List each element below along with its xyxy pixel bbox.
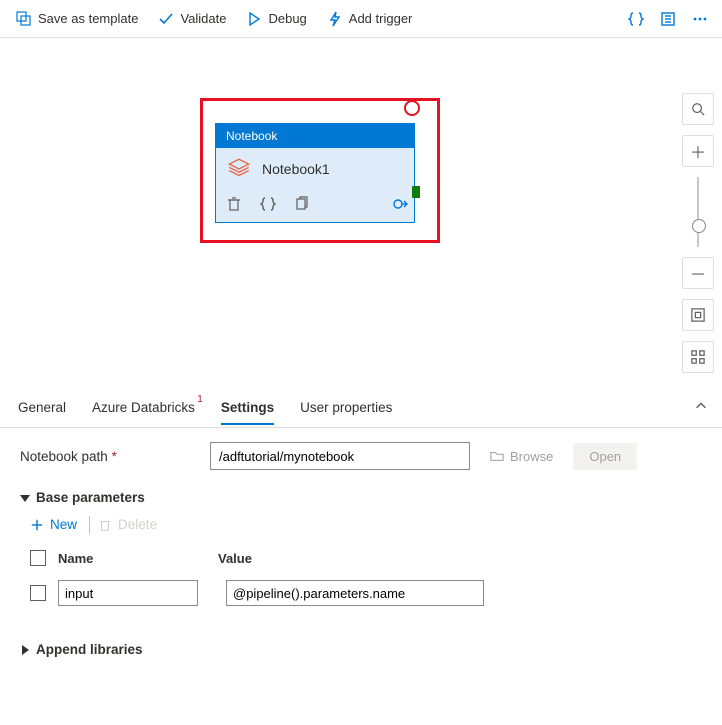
notebook-path-label-text: Notebook path <box>20 449 108 464</box>
copy-icon[interactable] <box>294 196 310 212</box>
properties-button[interactable] <box>654 5 682 33</box>
debug-button[interactable]: Debug <box>238 7 314 31</box>
select-all-checkbox[interactable] <box>30 550 46 566</box>
tab-azure-databricks-label: Azure Databricks <box>92 400 195 415</box>
code-view-button[interactable] <box>622 5 650 33</box>
tab-azure-databricks[interactable]: Azure Databricks 1 <box>92 390 195 425</box>
lightning-icon <box>327 11 343 27</box>
required-asterisk: * <box>112 449 117 464</box>
caret-right-icon <box>20 645 30 655</box>
fit-to-screen-button[interactable] <box>682 299 714 331</box>
braces-icon <box>628 11 644 27</box>
check-icon <box>158 11 174 27</box>
more-button[interactable] <box>686 5 714 33</box>
validate-button[interactable]: Validate <box>150 7 234 31</box>
add-trigger-button[interactable]: Add trigger <box>319 7 421 31</box>
row-checkbox[interactable] <box>30 585 46 601</box>
table-header: Name Value <box>20 546 500 576</box>
ellipsis-icon <box>692 11 708 27</box>
tab-settings[interactable]: Settings <box>221 390 274 425</box>
zoom-slider[interactable] <box>697 177 699 247</box>
open-button[interactable]: Open <box>573 443 637 470</box>
annotation-circle <box>404 100 420 116</box>
tab-user-properties[interactable]: User properties <box>300 390 392 425</box>
param-name-input[interactable] <box>58 580 198 606</box>
activity-node-name: Notebook1 <box>262 161 330 177</box>
append-libraries-header[interactable]: Append libraries <box>20 642 702 657</box>
save-template-icon <box>16 11 32 27</box>
zoom-in-button[interactable]: ＋ <box>682 135 714 167</box>
new-parameter-label: New <box>50 517 77 532</box>
zoom-out-button[interactable]: － <box>682 257 714 289</box>
base-parameters-actions: New Delete <box>26 515 702 534</box>
save-as-template-button[interactable]: Save as template <box>8 7 146 31</box>
trash-icon <box>98 518 112 532</box>
braces-icon[interactable] <box>260 196 276 212</box>
auto-align-button[interactable] <box>682 341 714 373</box>
browse-label: Browse <box>510 449 553 464</box>
databricks-icon <box>226 156 252 182</box>
delete-parameter-label: Delete <box>118 517 157 532</box>
canvas-zoom-controls: ＋ － <box>680 93 716 373</box>
arrow-out-icon[interactable] <box>392 196 408 212</box>
base-parameters-label: Base parameters <box>36 490 145 505</box>
notebook-path-label: Notebook path * <box>20 449 190 464</box>
base-parameters-table: Name Value <box>20 546 500 610</box>
debug-label: Debug <box>268 11 306 26</box>
save-as-template-label: Save as template <box>38 11 138 26</box>
browse-button[interactable]: Browse <box>490 449 553 464</box>
notebook-path-input[interactable] <box>210 442 470 470</box>
collapse-panel-button[interactable] <box>694 399 708 416</box>
new-parameter-button[interactable]: New <box>26 515 81 534</box>
folder-icon <box>490 449 504 463</box>
divider <box>89 516 90 534</box>
tab-general[interactable]: General <box>18 390 66 425</box>
activity-tabs: General Azure Databricks 1 Settings User… <box>0 388 722 428</box>
fit-icon <box>691 308 705 322</box>
activity-node-notebook[interactable]: Notebook Notebook1 <box>215 123 415 223</box>
activity-node-body: Notebook1 <box>216 148 414 190</box>
col-header-value: Value <box>218 551 478 566</box>
delete-icon[interactable] <box>226 196 242 212</box>
plus-icon <box>30 518 44 532</box>
chevron-up-icon <box>694 399 708 413</box>
play-icon <box>246 11 262 27</box>
param-value-input[interactable] <box>226 580 484 606</box>
caret-down-icon <box>20 493 30 503</box>
validate-label: Validate <box>180 11 226 26</box>
append-libraries-label: Append libraries <box>36 642 143 657</box>
search-icon <box>691 102 705 116</box>
toolbar: Save as template Validate Debug Add trig… <box>0 0 722 38</box>
search-canvas-button[interactable] <box>682 93 714 125</box>
base-parameters-header[interactable]: Base parameters <box>20 490 702 505</box>
table-row <box>20 576 500 610</box>
tab-badge-error: 1 <box>197 394 203 405</box>
properties-icon <box>660 11 676 27</box>
grid-icon <box>691 350 705 364</box>
notebook-path-row: Notebook path * Browse Open <box>20 442 702 470</box>
add-trigger-label: Add trigger <box>349 11 413 26</box>
settings-panel: Notebook path * Browse Open Base paramet… <box>0 428 722 677</box>
activity-node-type: Notebook <box>216 124 414 148</box>
delete-parameter-button: Delete <box>98 517 157 532</box>
pipeline-canvas[interactable]: Notebook Notebook1 ＋ － <box>0 38 722 388</box>
col-header-name: Name <box>58 551 218 566</box>
